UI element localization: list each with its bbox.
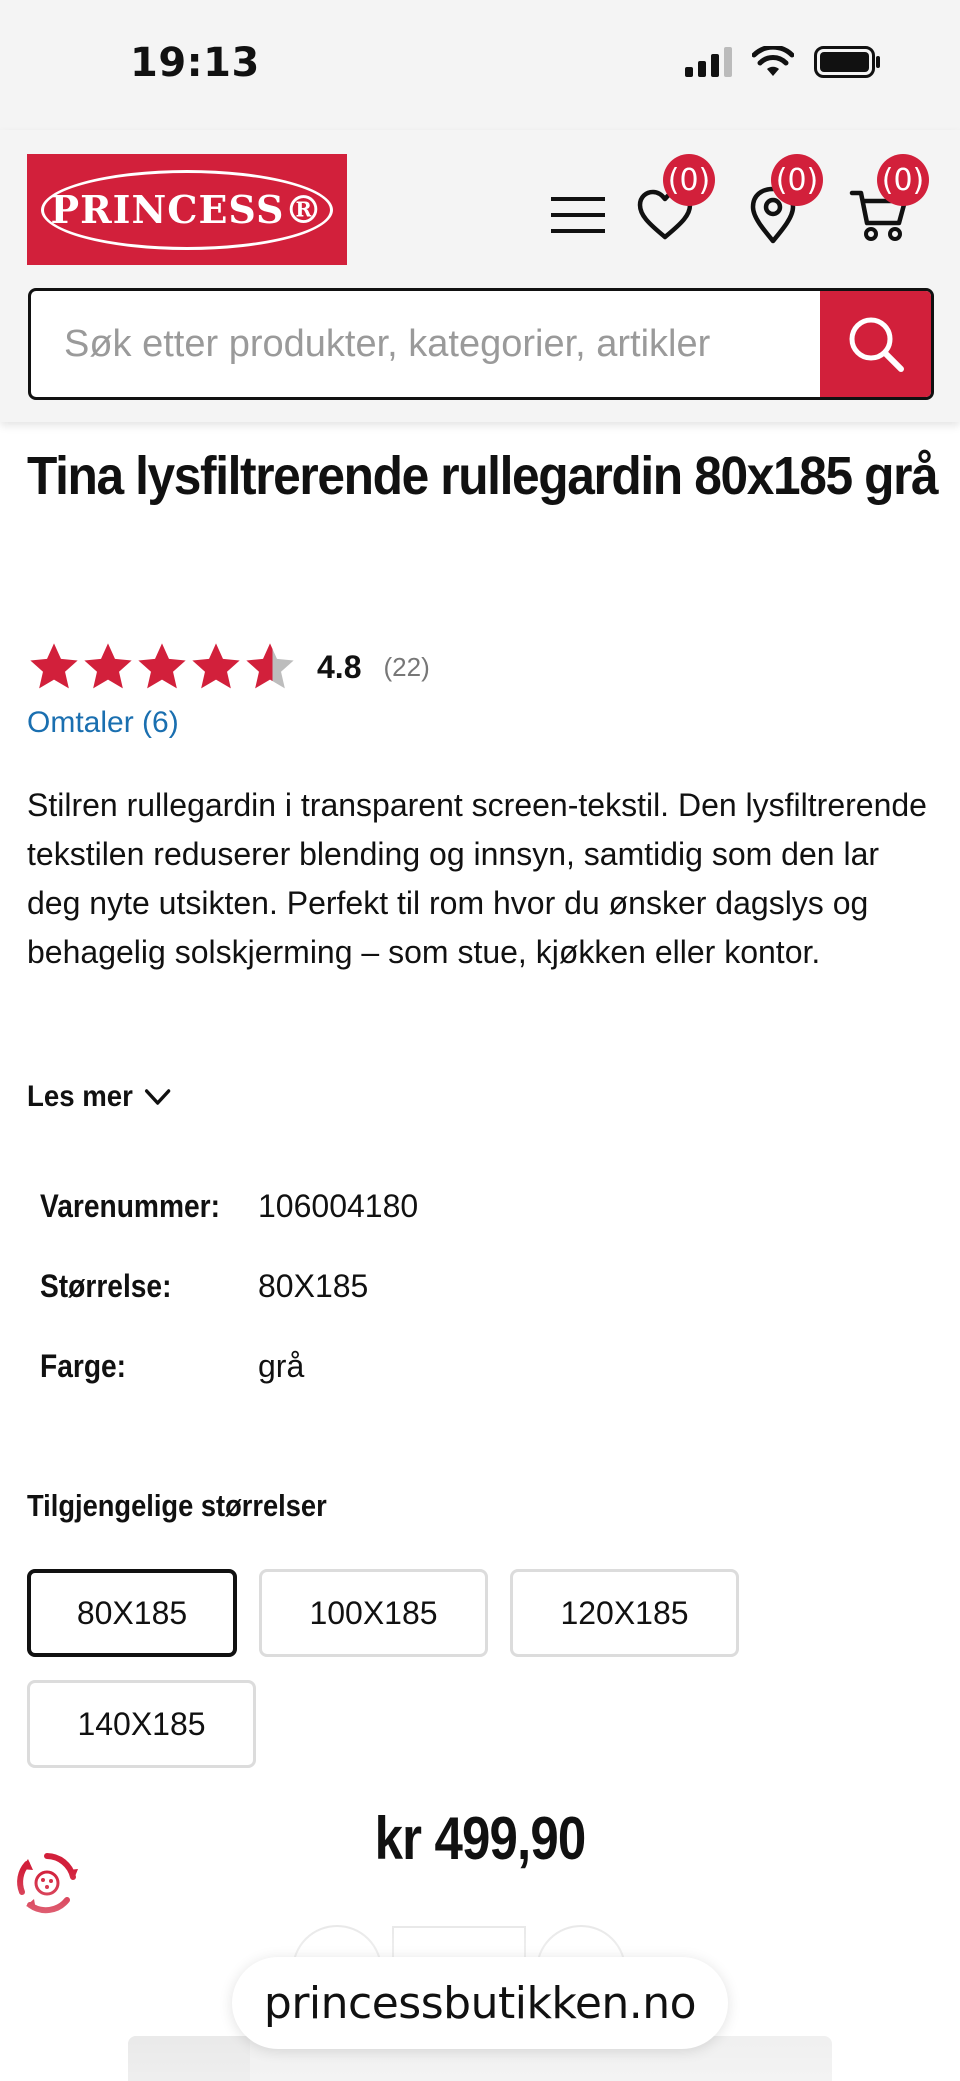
- size-option-120x185[interactable]: 120X185: [510, 1569, 739, 1657]
- size-option-80x185[interactable]: 80X185: [27, 1569, 237, 1657]
- princess-logo[interactable]: PRINCESS®: [27, 154, 347, 265]
- rating-value: 4.8: [317, 648, 362, 685]
- rating-stars: [27, 640, 297, 694]
- stores-count-badge: (0): [771, 154, 823, 206]
- chevron-down-icon: [145, 1089, 171, 1105]
- spec-value: 80X185: [258, 1268, 369, 1304]
- recycle-icon[interactable]: [14, 1850, 80, 1916]
- hamburger-menu-icon: [551, 197, 605, 233]
- search-button[interactable]: [820, 291, 931, 397]
- wishlist-count-badge: (0): [663, 154, 715, 206]
- star-full-icon: [84, 643, 132, 689]
- size-option-100x185[interactable]: 100X185: [259, 1569, 488, 1657]
- product-rating: 4.8 (22): [27, 640, 430, 694]
- read-more-label: Les mer: [27, 1080, 133, 1113]
- logo-text: PRINCESS®: [41, 169, 333, 250]
- search-input[interactable]: [31, 291, 823, 397]
- star-full-icon: [138, 643, 186, 689]
- spec-label: Varenummer:: [40, 1188, 220, 1224]
- product-price: kr 499,90: [374, 1805, 587, 1872]
- menu-button[interactable]: [543, 180, 613, 250]
- spec-value: grå: [258, 1348, 305, 1384]
- search-icon: [849, 317, 904, 372]
- star-full-icon: [30, 643, 78, 689]
- reviews-link[interactable]: Omtaler (6): [27, 706, 179, 740]
- spec-label: Størrelse:: [40, 1268, 172, 1304]
- star-partial-icon: [246, 643, 294, 689]
- read-more-toggle[interactable]: Les mer: [27, 1080, 172, 1114]
- cellular-signal-icon: [685, 47, 732, 77]
- status-icons: [685, 46, 882, 78]
- available-sizes-heading: Tilgjengelige størrelser: [27, 1488, 327, 1523]
- spec-label: Farge:: [40, 1348, 127, 1384]
- product-description: Stilren rullegardin i transparent screen…: [27, 787, 927, 970]
- status-bar: 19:13: [0, 0, 960, 130]
- cart-count-badge: (0): [877, 154, 929, 206]
- product-title: Tina lysfiltrerende rullegardin 80x185 g…: [27, 446, 939, 506]
- url-text: princessbutikken.no: [263, 1977, 697, 2029]
- browser-url-bar[interactable]: princessbutikken.no: [232, 1957, 728, 2049]
- wifi-icon: [752, 46, 794, 76]
- star-full-icon: [192, 643, 240, 689]
- size-option-140x185[interactable]: 140X185: [27, 1680, 256, 1768]
- spec-value: 106004180: [258, 1188, 419, 1224]
- rating-count: (22): [383, 651, 430, 682]
- search-bar: [28, 288, 934, 400]
- site-header: PRINCESS® (0) (0) (0) Søk etter produkte…: [0, 130, 960, 422]
- product-page: 19:13 PRINCESS® (0) (0) (0) Søk etter pr…: [0, 0, 960, 2081]
- battery-icon: [814, 46, 880, 78]
- status-time: 19:13: [130, 40, 260, 86]
